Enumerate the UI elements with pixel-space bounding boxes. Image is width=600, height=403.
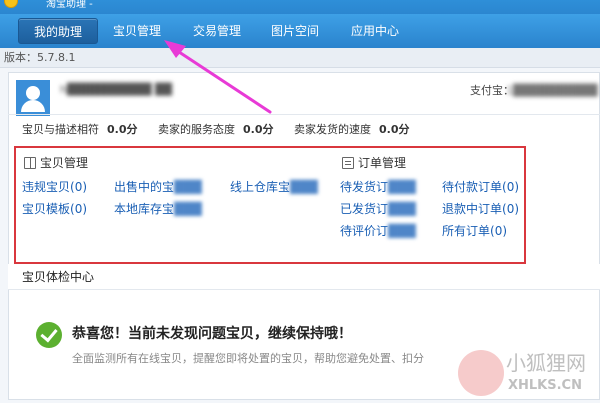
link-item-templates[interactable]: 宝贝模板(0) <box>22 202 87 216</box>
link-online-warehouse-items[interactable]: 线上仓库宝███ <box>230 180 318 194</box>
link-all-orders[interactable]: 所有订单(0) <box>442 224 507 238</box>
tab-my-assistant[interactable]: 我的助理 <box>18 18 98 44</box>
link-label: 出售中的宝 <box>114 180 175 194</box>
check-headline: 恭喜您！当前未发现问题宝贝，继续保持哦！ <box>72 326 352 342</box>
link-label: 宝贝模板 <box>22 202 71 216</box>
version-label: 版本：5.7.8.1 <box>0 48 600 68</box>
watermark-text: 小狐狸网 <box>506 351 586 375</box>
link-label: 本地库存宝 <box>114 202 175 216</box>
link-count: (0) <box>70 180 88 194</box>
link-orders-shipped[interactable]: 已发货订███ <box>340 202 416 216</box>
main-nav: 我的助理 宝贝管理 交易管理 图片空间 应用中心 <box>0 14 600 48</box>
rating-value: 0.0分 <box>379 123 410 136</box>
rating-shipping: 卖家发货的速度 0.0分 <box>294 122 410 138</box>
link-orders-pending-payment[interactable]: 待付款订单(0) <box>442 180 519 194</box>
link-label: 已发货订 <box>340 202 389 216</box>
alipay-account: 1██████████ <box>506 84 598 97</box>
link-count-blurred: ███ <box>174 180 202 194</box>
document-icon <box>342 157 354 169</box>
rating-value: 0.0分 <box>243 123 274 136</box>
link-count-blurred: ███ <box>290 180 318 194</box>
link-count-blurred: ███ <box>388 224 416 238</box>
item-management-label: 宝贝管理 <box>40 156 89 170</box>
link-label: 退款中订单 <box>442 202 503 216</box>
app-title: 淘宝助理 - <box>46 0 93 10</box>
tab-trade-management[interactable]: 交易管理 <box>184 18 250 44</box>
link-count-blurred: ███ <box>388 180 416 194</box>
tab-image-space[interactable]: 图片空间 <box>262 18 328 44</box>
item-check-center-header: 宝贝体检中心 <box>8 264 600 290</box>
link-count: (0) <box>502 202 520 216</box>
rating-service: 卖家的服务态度 0.0分 <box>158 122 274 138</box>
user-name: h██████████ ██ <box>60 83 172 96</box>
link-orders-to-ship[interactable]: 待发货订███ <box>340 180 416 194</box>
check-description: 全面监测所有在线宝贝，提醒您即将处置的宝贝，帮助您避免处置、扣分 <box>72 352 424 365</box>
divider <box>8 114 600 115</box>
rating-label: 宝贝与描述相符 <box>22 123 99 136</box>
link-count-blurred: ███ <box>174 202 202 216</box>
link-count: (0) <box>70 202 88 216</box>
check-circle-icon <box>36 322 62 348</box>
link-label: 违规宝贝 <box>22 180 71 194</box>
app-logo-icon <box>4 0 18 8</box>
link-violation-items[interactable]: 违规宝贝(0) <box>22 180 87 194</box>
user-avatar-icon <box>16 80 50 116</box>
book-icon <box>24 157 36 169</box>
item-management-title: 宝贝管理 <box>24 156 88 170</box>
tab-app-center[interactable]: 应用中心 <box>342 18 408 44</box>
link-label: 所有订单 <box>442 224 491 238</box>
rating-description: 宝贝与描述相符 0.0分 <box>22 122 138 138</box>
link-count: (0) <box>490 224 508 238</box>
link-count-blurred: ███ <box>388 202 416 216</box>
link-orders-refunding[interactable]: 退款中订单(0) <box>442 202 519 216</box>
link-label: 待付款订单 <box>442 180 503 194</box>
tab-item-management[interactable]: 宝贝管理 <box>104 18 170 44</box>
link-label: 待评价订 <box>340 224 389 238</box>
title-bar: 淘宝助理 - <box>0 0 600 14</box>
link-label: 待发货订 <box>340 180 389 194</box>
order-management-title: 订单管理 <box>342 156 406 170</box>
rating-label: 卖家的服务态度 <box>158 123 235 136</box>
link-orders-to-review[interactable]: 待评价订███ <box>340 224 416 238</box>
rating-value: 0.0分 <box>107 123 138 136</box>
rating-label: 卖家发货的速度 <box>294 123 371 136</box>
watermark-subtext: XHLKS.CN <box>508 378 582 393</box>
link-label: 线上仓库宝 <box>230 180 291 194</box>
order-management-label: 订单管理 <box>358 156 407 170</box>
link-items-on-sale[interactable]: 出售中的宝███ <box>114 180 202 194</box>
link-local-stock-items[interactable]: 本地库存宝███ <box>114 202 202 216</box>
watermark-fox-icon <box>458 350 504 396</box>
link-count: (0) <box>502 180 520 194</box>
